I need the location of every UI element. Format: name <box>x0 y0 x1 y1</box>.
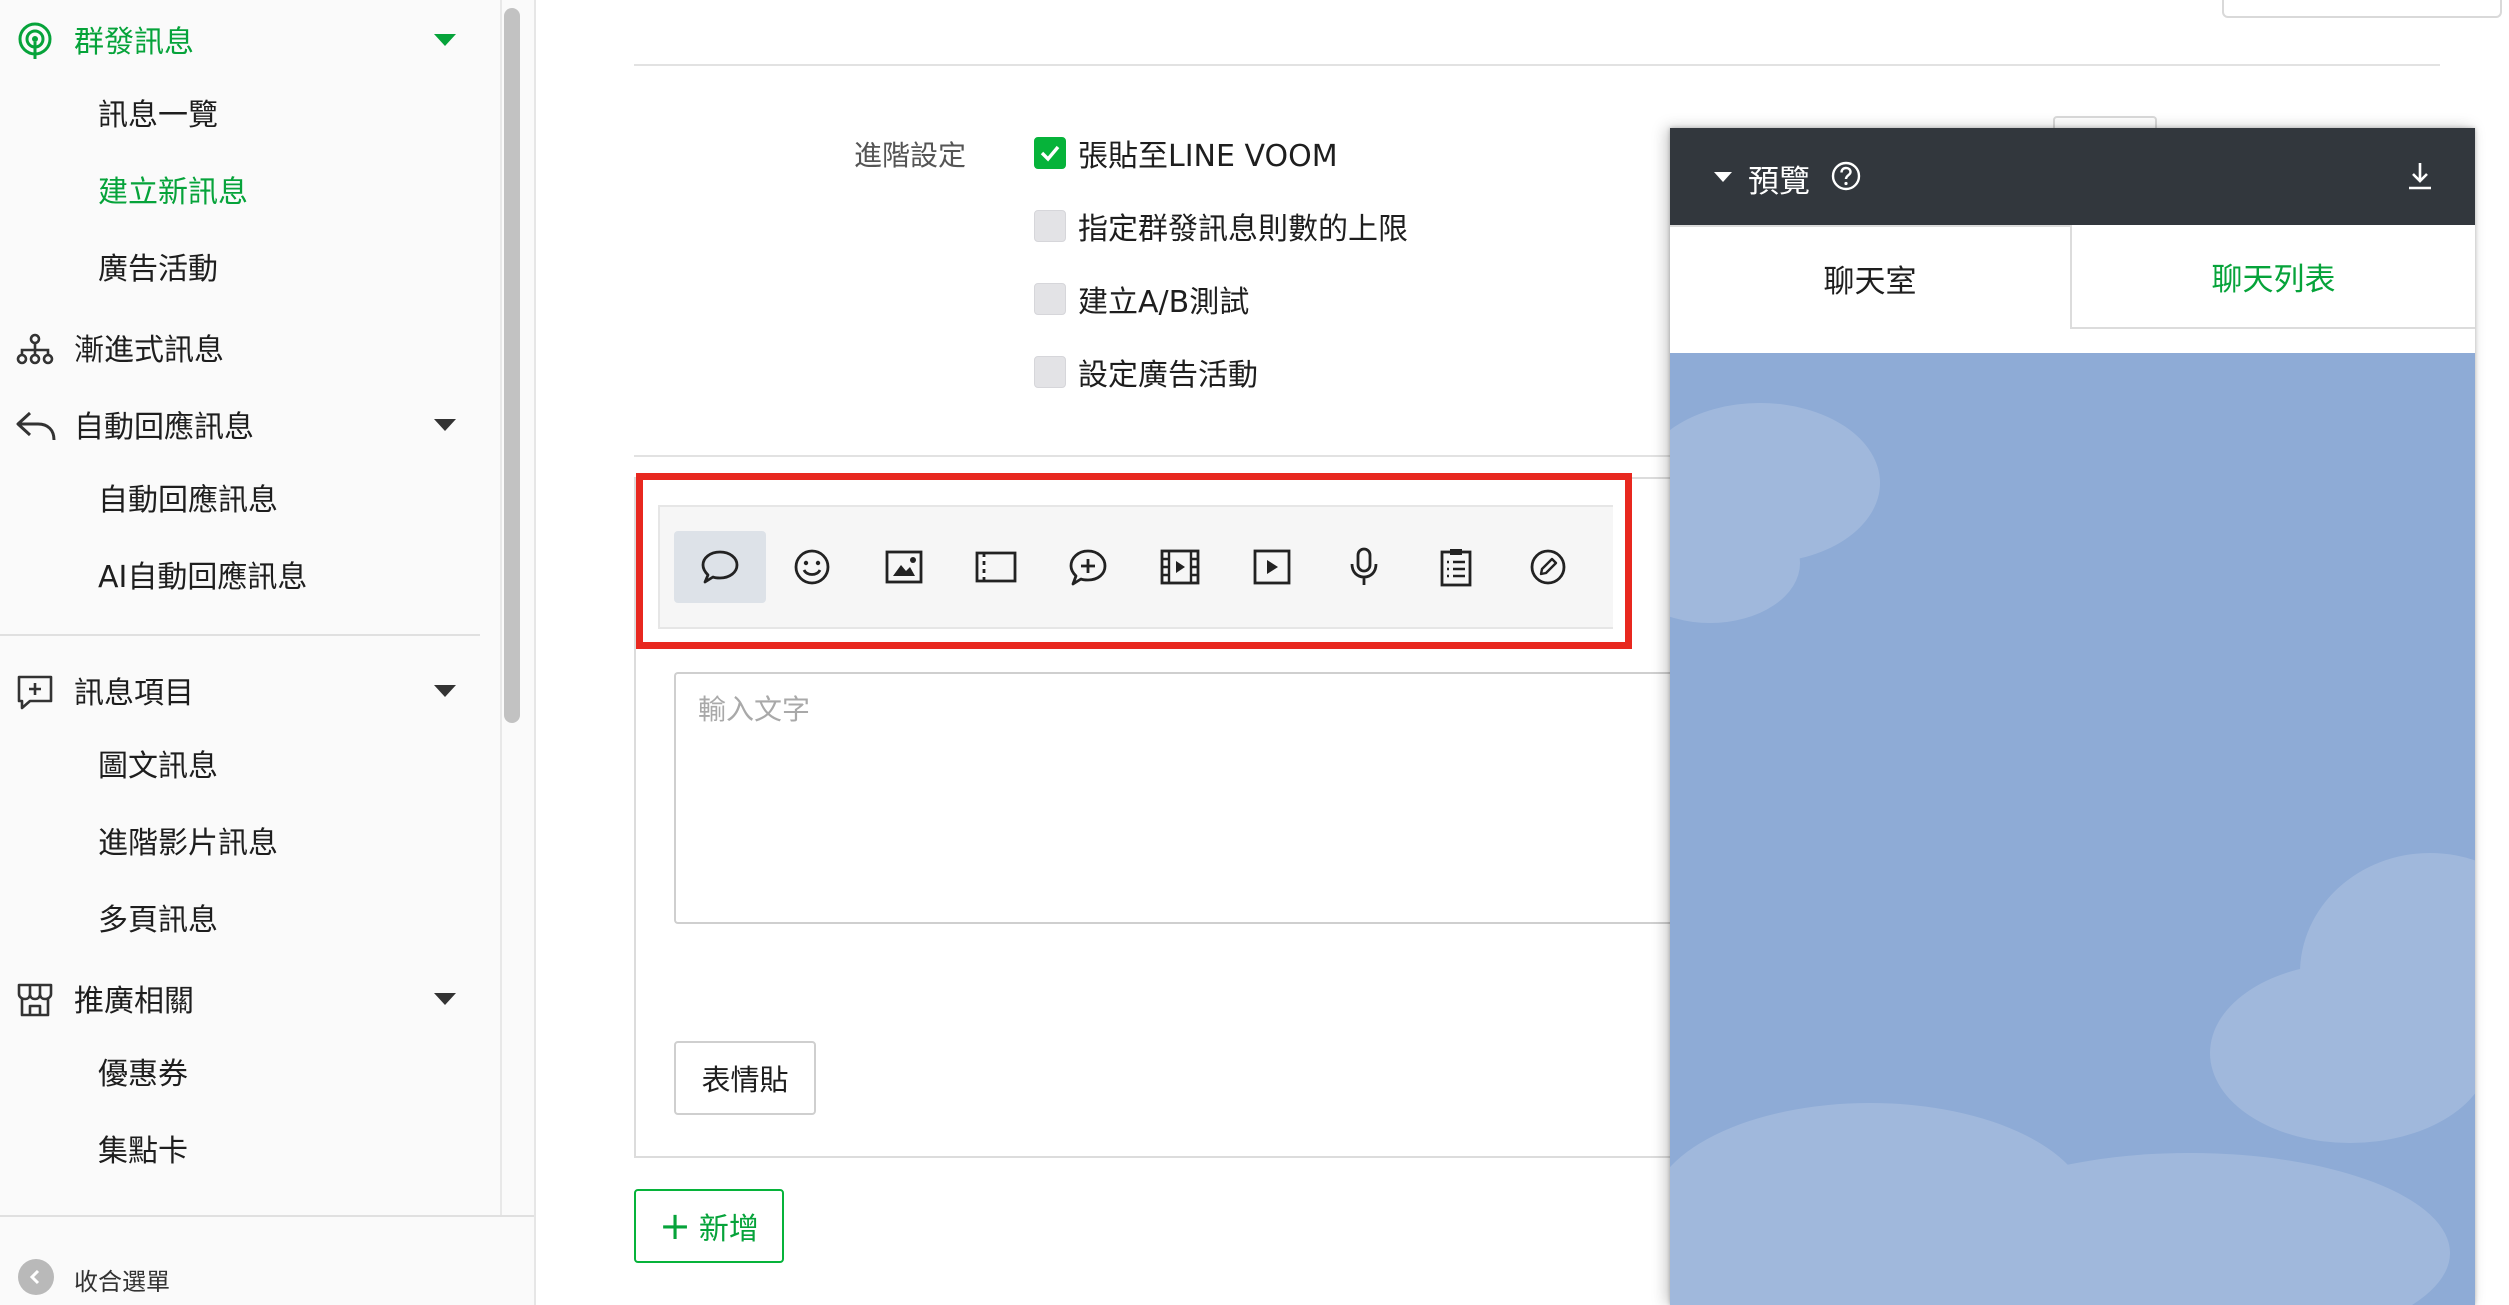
text-input-placeholder: 輸入文字 <box>698 693 811 726</box>
preview-title: 預覽 <box>1748 164 1810 200</box>
sidebar-subitem-coupon[interactable]: 優惠券 <box>98 1053 188 1097</box>
option-message-limit[interactable]: 指定群發訊息則數的上限 <box>1034 206 1408 247</box>
sidebar-subitem-reward-card[interactable]: 集點卡 <box>98 1130 188 1174</box>
sidebar-subitem-ai-auto-reply[interactable]: AI自動回應訊息 <box>98 556 307 600</box>
option-label: 設定廣告活動 <box>1078 358 1258 393</box>
option-post-to-voom[interactable]: 張貼至LINE VOOM <box>1034 133 1338 174</box>
message-text-input[interactable]: 輸入文字 <box>674 672 1744 924</box>
collapse-preview-icon[interactable] <box>1714 172 1732 182</box>
sidebar-subitem-rich-video[interactable]: 進階影片訊息 <box>98 822 278 866</box>
sidebar-item-label: 訊息項目 <box>74 676 194 711</box>
toolbar-highlight-annotation <box>636 473 1632 649</box>
add-button-label: 新增 <box>698 1212 759 1247</box>
cloud-background-illustration <box>1670 403 2475 1305</box>
sidebar-subitem-message-list[interactable]: 訊息一覽 <box>98 94 218 138</box>
sidebar-subitem-rich-message[interactable]: 圖文訊息 <box>98 745 218 789</box>
sidebar-subitem-card-message[interactable]: 多頁訊息 <box>98 899 218 943</box>
preview-tabs: 聊天室 聊天列表 <box>1670 225 2475 329</box>
section-divider <box>634 455 1846 457</box>
sidebar-subitem-create-message[interactable]: 建立新訊息 <box>98 171 248 215</box>
chevron-down-icon <box>434 34 456 46</box>
tab-chat-room[interactable]: 聊天室 <box>1670 225 2072 329</box>
advanced-settings-label: 進階設定 <box>854 139 967 172</box>
broadcast-icon <box>16 22 54 60</box>
option-label: 指定群發訊息則數的上限 <box>1078 212 1408 247</box>
option-ab-test[interactable]: 建立A/B測試 <box>1034 279 1250 320</box>
sidebar-item-label: 群發訊息 <box>74 25 194 60</box>
store-icon <box>16 981 54 1019</box>
option-label: 建立A/B測試 <box>1078 285 1250 320</box>
sidebar-item-label: 自動回應訊息 <box>74 410 254 445</box>
checkbox[interactable] <box>1034 283 1066 315</box>
chevron-down-icon <box>434 993 456 1005</box>
sidebar-scroll-track <box>500 0 502 1215</box>
chat-preview-canvas <box>1670 353 2475 1305</box>
download-icon[interactable] <box>2402 158 2438 194</box>
sidebar-item-label: 漸進式訊息 <box>74 333 224 368</box>
sidebar-subitem-auto-reply[interactable]: 自動回應訊息 <box>98 479 278 523</box>
sidebar: 群發訊息 訊息一覽 建立新訊息 廣告活動 漸進式訊息 自動回應訊息 自動回應訊息… <box>0 0 536 1305</box>
sticker-button[interactable]: 表情貼 <box>674 1041 816 1115</box>
sidebar-item-auto-reply[interactable]: 自動回應訊息 <box>0 393 490 455</box>
sidebar-item-promotion[interactable]: 推廣相關 <box>0 967 490 1029</box>
chevron-left-icon <box>18 1259 54 1295</box>
sidebar-item-broadcast[interactable]: 群發訊息 <box>0 8 490 70</box>
checkbox[interactable] <box>1034 210 1066 242</box>
sidebar-item-label: 推廣相關 <box>74 984 194 1019</box>
sidebar-divider <box>0 634 480 636</box>
sidebar-item-message-items[interactable]: 訊息項目 <box>0 659 490 721</box>
reply-icon <box>16 407 56 445</box>
collapse-menu-label: 收合選單 <box>74 1268 170 1296</box>
sidebar-item-step-messages[interactable]: 漸進式訊息 <box>0 316 490 378</box>
checkbox-checked[interactable] <box>1034 137 1066 169</box>
sidebar-subitem-ad-campaign[interactable]: 廣告活動 <box>98 248 218 292</box>
chevron-down-icon <box>434 685 456 697</box>
option-ad-campaign[interactable]: 設定廣告活動 <box>1034 352 1258 393</box>
checkbox[interactable] <box>1034 356 1066 388</box>
add-message-button[interactable]: + 新增 <box>634 1189 784 1263</box>
top-input-field[interactable] <box>2222 0 2502 18</box>
collapse-menu-button[interactable]: 收合選單 <box>0 1215 534 1305</box>
plus-icon: + <box>659 1204 691 1248</box>
preview-header: 預覽 <box>1670 128 2475 225</box>
sidebar-scrollbar[interactable] <box>504 8 520 723</box>
help-icon[interactable] <box>1830 160 1862 192</box>
chevron-down-icon <box>434 419 456 431</box>
option-label: 張貼至LINE VOOM <box>1078 139 1338 174</box>
preview-panel: 預覽 聊天室 聊天列表 <box>1670 128 2475 1305</box>
add-message-icon <box>16 673 54 711</box>
hierarchy-icon <box>16 330 54 368</box>
tab-chat-list[interactable]: 聊天列表 <box>2072 225 2475 329</box>
section-divider <box>634 64 2440 66</box>
